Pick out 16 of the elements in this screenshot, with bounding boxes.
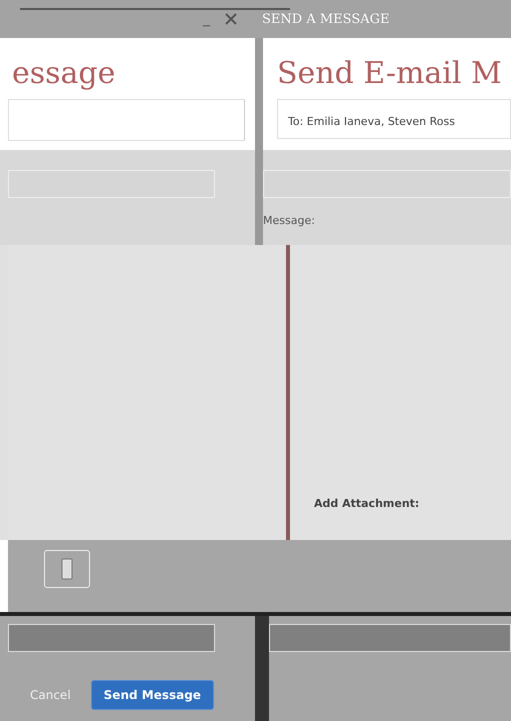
file-icon: [61, 558, 73, 580]
attachment-label: Add Attachment:: [314, 497, 420, 510]
window-title: SEND A MESSAGE: [262, 12, 390, 26]
message-label: Message:: [263, 214, 316, 227]
file-button[interactable]: [44, 550, 90, 588]
input-field[interactable]: [269, 624, 511, 652]
minimize-button[interactable]: _: [203, 12, 210, 26]
input-field[interactable]: [8, 624, 215, 652]
input-field[interactable]: [8, 170, 215, 198]
subject-field[interactable]: [263, 170, 511, 198]
send-message-button[interactable]: Send Message: [90, 680, 214, 710]
panel-heading: essage: [11, 55, 116, 93]
close-icon[interactable]: [224, 13, 238, 25]
recipients-text: To: Emilia Ianeva, Steven Ross: [288, 115, 455, 128]
cancel-button[interactable]: Cancel: [30, 688, 71, 702]
panel-heading: Send E-mail M: [276, 55, 503, 93]
